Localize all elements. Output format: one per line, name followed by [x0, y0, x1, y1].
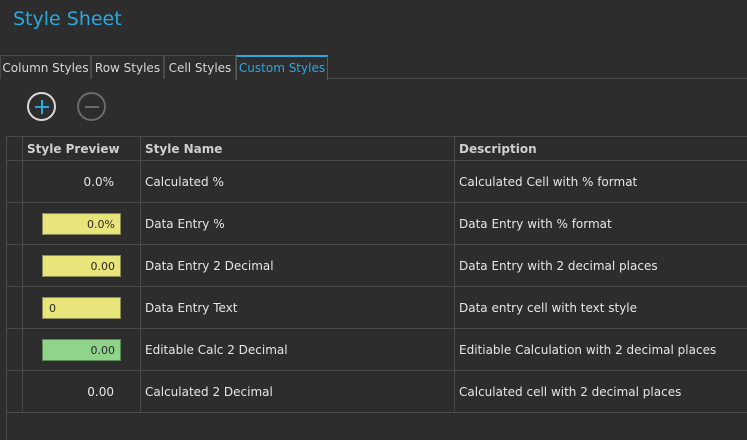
column-header-preview[interactable]: Style Preview — [23, 137, 141, 160]
style-preview-cell: 0.0% — [23, 203, 141, 244]
table-row[interactable]: 0.00 Calculated 2 Decimal Calculated cel… — [7, 371, 747, 413]
style-preview-swatch: 0.00 — [42, 255, 121, 277]
style-description-cell: Data Entry with % format — [459, 216, 612, 231]
row-selector[interactable] — [7, 161, 23, 202]
table-row[interactable]: 0.00 Editable Calc 2 Decimal Editiable C… — [7, 329, 747, 371]
styles-grid: Style Preview Style Name Description 0.0… — [6, 136, 747, 440]
style-preview-cell: 0.00 — [23, 329, 141, 370]
minus-circle-icon — [84, 105, 99, 108]
add-style-button[interactable] — [27, 92, 56, 121]
style-name-cell: Data Entry Text — [141, 287, 455, 328]
style-description-cell: Data entry cell with text style — [459, 300, 638, 315]
style-description-cell: Data Entry with 2 decimal places — [459, 258, 658, 273]
style-preview-cell: 0.0% — [23, 161, 141, 202]
style-name-cell: Data Entry 2 Decimal — [141, 245, 455, 286]
style-preview-swatch: 0 — [42, 297, 121, 319]
style-preview-cell: 0.00 — [23, 371, 141, 412]
tab-cell-styles[interactable]: Cell Styles — [164, 55, 236, 79]
row-selector[interactable] — [7, 203, 23, 244]
plus-circle-icon — [34, 99, 49, 114]
row-selector[interactable] — [7, 287, 23, 328]
remove-style-button[interactable] — [77, 92, 106, 121]
tab-custom-styles[interactable]: Custom Styles — [236, 55, 328, 80]
window-title: Style Sheet — [13, 8, 122, 30]
row-selector[interactable] — [7, 371, 23, 412]
style-name-cell: Calculated % — [141, 161, 455, 202]
style-description-cell: Calculated cell with 2 decimal places — [459, 384, 682, 399]
table-row[interactable]: 0.0% Data Entry % Data Entry with % form… — [7, 203, 747, 245]
table-row[interactable]: 0.0% Calculated % Calculated Cell with %… — [7, 161, 747, 203]
table-row[interactable]: 0.00 Data Entry 2 Decimal Data Entry wit… — [7, 245, 747, 287]
style-description-cell: Editiable Calculation with 2 decimal pla… — [459, 342, 717, 357]
row-selector[interactable] — [7, 329, 23, 370]
table-row[interactable]: 0 Data Entry Text Data entry cell with t… — [7, 287, 747, 329]
style-preview-text: 0.0% — [83, 174, 115, 189]
tab-column-styles[interactable]: Column Styles — [0, 55, 91, 79]
style-preview-cell: 0.00 — [23, 245, 141, 286]
row-selector[interactable] — [7, 245, 23, 286]
style-preview-swatch: 0.0% — [42, 213, 121, 235]
style-preview-text: 0.00 — [87, 384, 114, 399]
style-name-cell: Editable Calc 2 Decimal — [141, 329, 455, 370]
tab-bar: Column Styles Row Styles Cell Styles Cus… — [0, 55, 747, 80]
style-preview-swatch: 0.00 — [42, 339, 121, 361]
style-description-cell: Calculated Cell with % format — [459, 174, 638, 189]
grid-header-row: Style Preview Style Name Description — [7, 137, 747, 161]
style-preview-cell: 0 — [23, 287, 141, 328]
style-name-cell: Data Entry % — [141, 203, 455, 244]
column-header-name[interactable]: Style Name — [141, 137, 455, 160]
column-header-description[interactable]: Description — [455, 137, 747, 160]
tab-row-styles[interactable]: Row Styles — [91, 55, 164, 79]
style-name-cell: Calculated 2 Decimal — [141, 371, 455, 412]
row-header-spacer — [7, 137, 23, 160]
